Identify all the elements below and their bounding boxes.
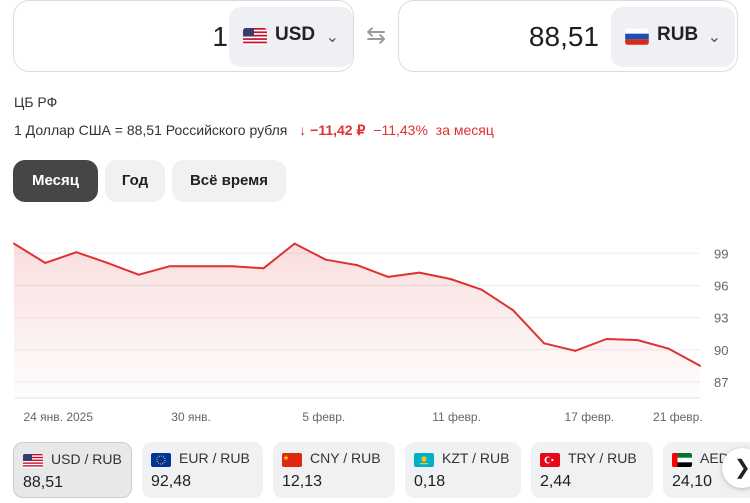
tab-month[interactable]: Месяц xyxy=(13,160,98,202)
chart-point xyxy=(262,267,265,270)
to-currency-code: RUB xyxy=(657,24,699,45)
us-flag-icon xyxy=(243,28,267,45)
ru-flag-icon xyxy=(625,28,649,45)
y-tick-label: 96 xyxy=(714,278,728,293)
pair-value: 88,51 xyxy=(23,474,64,491)
chart-point xyxy=(137,273,140,276)
currency-pair-card[interactable]: CNY / RUB 12,13 xyxy=(273,442,395,498)
pair-value: 0,18 xyxy=(414,473,446,490)
rate-change-pct: −11,43% xyxy=(373,122,428,138)
chevron-down-icon: ⌄ xyxy=(707,29,721,46)
chart-point xyxy=(449,278,452,281)
pair-value: 12,13 xyxy=(282,473,323,490)
from-amount-input[interactable]: 1 xyxy=(28,1,228,73)
y-tick-label: 99 xyxy=(714,246,728,261)
x-tick-label: 30 янв. xyxy=(171,410,211,424)
chart-point xyxy=(605,338,608,341)
pair-name: EUR / RUB xyxy=(179,450,250,466)
chart-point xyxy=(636,339,639,342)
to-currency-select[interactable]: RUB ⌄ xyxy=(611,7,735,67)
x-tick-label: 24 янв. 2025 xyxy=(23,410,93,424)
tr-flag-icon xyxy=(540,453,560,467)
to-amount-box[interactable]: 88,51 RUB ⌄ xyxy=(398,0,738,72)
chart-point xyxy=(699,364,701,367)
x-tick-label: 5 февр. xyxy=(302,410,345,424)
chart-point xyxy=(168,265,171,268)
pair-value: 2,44 xyxy=(540,473,572,490)
chart-point xyxy=(480,288,483,291)
chart-point xyxy=(418,271,421,274)
tab-year[interactable]: Год xyxy=(105,160,165,202)
chart-point xyxy=(75,251,78,254)
chart-point xyxy=(511,309,514,312)
chart-point xyxy=(324,258,327,261)
chart-point xyxy=(293,242,296,245)
x-tick-label: 11 февр. xyxy=(432,410,481,424)
swap-arrows-icon[interactable]: ⇆ xyxy=(361,20,391,52)
pair-name: USD / RUB xyxy=(51,451,122,467)
to-amount-input[interactable]: 88,51 xyxy=(413,1,599,73)
rate-change-abs: −11,42 ₽ xyxy=(310,122,366,138)
currency-pair-card[interactable]: TRY / RUB 2,44 xyxy=(531,442,653,498)
chart-point xyxy=(106,261,109,264)
x-tick-label: 21 февр. xyxy=(653,410,703,424)
from-currency-code: USD xyxy=(275,24,316,45)
chart-point xyxy=(543,342,546,345)
us-flag-icon xyxy=(23,454,43,468)
chart-point xyxy=(231,265,234,268)
chevron-down-icon: ⌄ xyxy=(325,29,339,46)
pair-value: 24,10 xyxy=(672,473,713,490)
x-tick-label: 17 февр. xyxy=(565,410,615,424)
y-tick-label: 90 xyxy=(714,343,728,358)
rate-chart[interactable]: 99 96 93 90 87 24 янв. 2025 30 янв. 5 февр. 11 … xyxy=(0,226,750,431)
chart-point xyxy=(44,261,47,264)
rate-source: ЦБ РФ xyxy=(14,94,58,110)
currency-pair-card[interactable]: USD / RUB 88,51 xyxy=(13,442,132,498)
ae-flag-icon xyxy=(672,453,692,467)
rate-summary: 1 Доллар США = 88,51 Российского рубля ↓… xyxy=(14,122,494,139)
y-tick-label: 93 xyxy=(714,311,728,326)
pair-name: CNY / RUB xyxy=(310,450,381,466)
currency-pair-card[interactable]: EUR / RUB 92,48 xyxy=(142,442,263,498)
chart-point xyxy=(574,349,577,352)
arrow-down-icon: ↓ xyxy=(299,122,307,138)
chart-point xyxy=(387,275,390,278)
pair-value: 92,48 xyxy=(151,473,192,490)
y-tick-label: 87 xyxy=(714,375,728,390)
eu-flag-icon xyxy=(151,453,171,467)
rate-change-period: за месяц xyxy=(435,122,494,138)
chart-point xyxy=(667,347,670,350)
currency-pair-card[interactable]: KZT / RUB 0,18 xyxy=(405,442,521,498)
chart-point xyxy=(13,242,15,245)
cn-flag-icon xyxy=(282,453,302,467)
rate-description: 1 Доллар США = 88,51 Российского рубля xyxy=(14,122,288,138)
chart-point xyxy=(356,264,358,267)
kz-flag-icon xyxy=(414,453,434,467)
pair-name: TRY / RUB xyxy=(568,450,637,466)
from-amount-box[interactable]: 1 USD ⌄ xyxy=(13,0,354,72)
tab-all-time[interactable]: Всё время xyxy=(172,160,286,202)
from-currency-select[interactable]: USD ⌄ xyxy=(229,7,353,67)
chart-point xyxy=(200,265,203,268)
pair-name: KZT / RUB xyxy=(442,450,510,466)
